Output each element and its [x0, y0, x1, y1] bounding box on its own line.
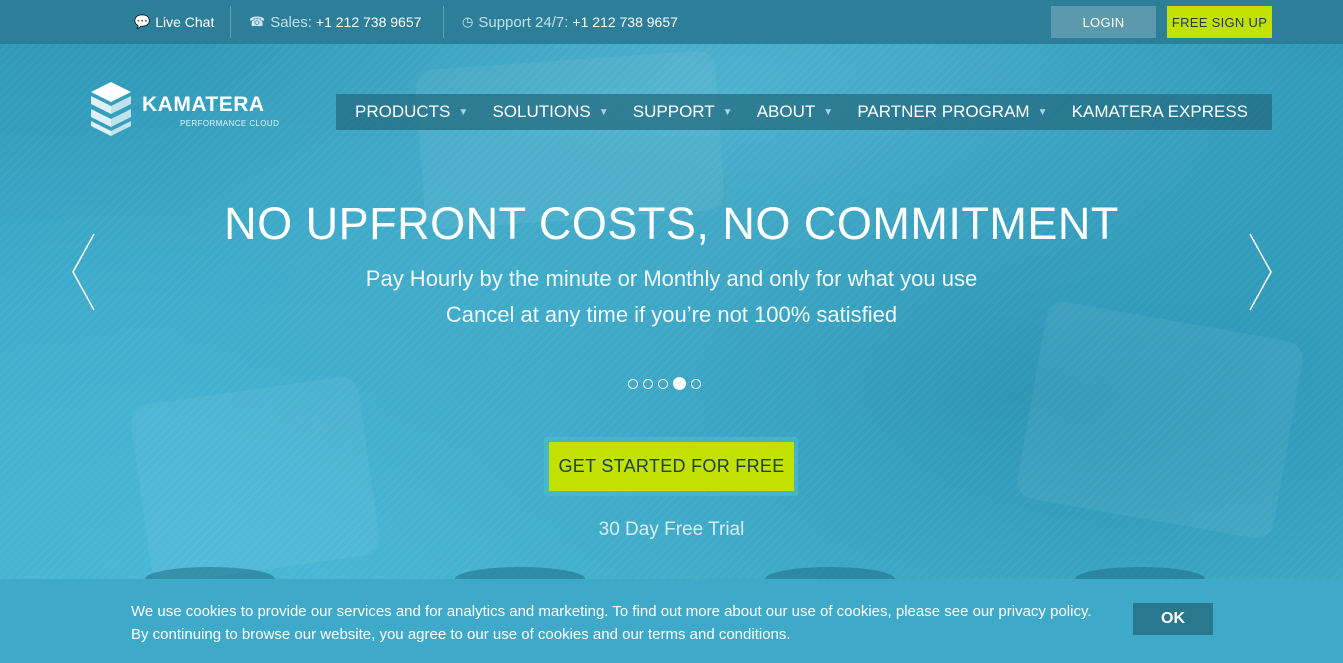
- nav-item-support[interactable]: SUPPORT ▼: [633, 102, 733, 122]
- free-trial-note: 30 Day Free Trial: [598, 519, 745, 540]
- sales-number: +1 212 738 9657: [315, 14, 422, 30]
- support-phone[interactable]: ◷ Support 24/7: +1 212 738 9657: [462, 0, 678, 44]
- hero-headline: NO UPFRONT COSTS, NO COMMITMENT: [224, 198, 1119, 249]
- sales-phone[interactable]: ☎ Sales: +1 212 738 9657: [249, 0, 421, 44]
- slider-dot[interactable]: [658, 378, 668, 389]
- slider-prev-arrow-icon[interactable]: [70, 232, 98, 312]
- hero-subtitle-1: Pay Hourly by the minute or Monthly and …: [365, 266, 978, 291]
- nav-item-label: PRODUCTS: [355, 102, 451, 121]
- slider-next-arrow-icon[interactable]: [1246, 232, 1274, 312]
- nav-item-label: ABOUT: [756, 102, 816, 121]
- nav-item-products[interactable]: PRODUCTS ▼: [355, 102, 468, 122]
- cookie-message: We use cookies to provide our services a…: [131, 600, 1092, 646]
- cookie-message-line-1: We use cookies to provide our services a…: [131, 603, 1092, 620]
- cookie-banner: We use cookies to provide our services a…: [0, 579, 1343, 663]
- support-number: +1 212 738 9657: [572, 14, 678, 30]
- slider-pagination: [628, 377, 701, 390]
- slider-dot[interactable]: [643, 378, 653, 389]
- nav-item-label: SOLUTIONS: [492, 102, 591, 121]
- nav-item-partner-program[interactable]: PARTNER PROGRAM ▼: [857, 102, 1047, 122]
- free-signup-button[interactable]: FREE SIGN UP: [1167, 6, 1272, 38]
- logo-mark-icon: [91, 82, 131, 136]
- caret-down-icon: ▼: [458, 106, 469, 118]
- divider: [443, 6, 444, 38]
- hero-subtitle-2: Cancel at any time if you’re not 100% sa…: [445, 302, 898, 327]
- phone-icon: ☎: [249, 14, 266, 29]
- caret-down-icon: ▼: [823, 106, 834, 118]
- slider-dot[interactable]: [628, 378, 638, 389]
- caret-down-icon: ▼: [722, 106, 733, 118]
- nav-item-solutions[interactable]: SOLUTIONS ▼: [492, 102, 608, 122]
- logo-name: KAMATERA: [142, 93, 265, 116]
- cookie-ok-button[interactable]: OK: [1133, 603, 1213, 635]
- nav-item-label: KAMATERA EXPRESS: [1071, 102, 1248, 121]
- nav-item-label: SUPPORT: [632, 102, 715, 121]
- kamatera-logo[interactable]: KAMATERA PERFORMANCE CLOUD: [90, 80, 290, 138]
- caret-down-icon: ▼: [598, 106, 609, 118]
- live-chat-label: Live Chat: [155, 14, 215, 30]
- support-label: Support 24/7:: [478, 13, 569, 31]
- support-24-icon: ◷: [462, 14, 474, 29]
- login-button[interactable]: LOGIN: [1051, 6, 1156, 38]
- logo-tagline: PERFORMANCE CLOUD: [180, 119, 280, 128]
- slider-dot-active[interactable]: [673, 377, 686, 390]
- cookie-message-line-2: By continuing to browse our website, you…: [131, 626, 791, 643]
- slider-dot[interactable]: [691, 378, 701, 389]
- get-started-button[interactable]: GET STARTED FOR FREE: [549, 442, 794, 491]
- sales-label: Sales:: [270, 13, 312, 31]
- hero-bg-shape: [128, 374, 382, 586]
- nav-item-label: PARTNER PROGRAM: [857, 102, 1030, 121]
- top-bar: 💬 Live Chat ☎ Sales: +1 212 738 9657 ◷ S…: [0, 0, 1343, 44]
- divider: [230, 6, 231, 38]
- nav-item-about[interactable]: ABOUT ▼: [757, 102, 833, 122]
- nav-item-kamatera-express[interactable]: KAMATERA EXPRESS: [1072, 102, 1248, 122]
- chat-icon: 💬: [134, 14, 151, 29]
- main-navigation: PRODUCTS ▼ SOLUTIONS ▼ SUPPORT ▼ ABOUT ▼…: [336, 94, 1272, 130]
- live-chat-link[interactable]: 💬 Live Chat: [134, 0, 214, 44]
- caret-down-icon: ▼: [1037, 106, 1048, 118]
